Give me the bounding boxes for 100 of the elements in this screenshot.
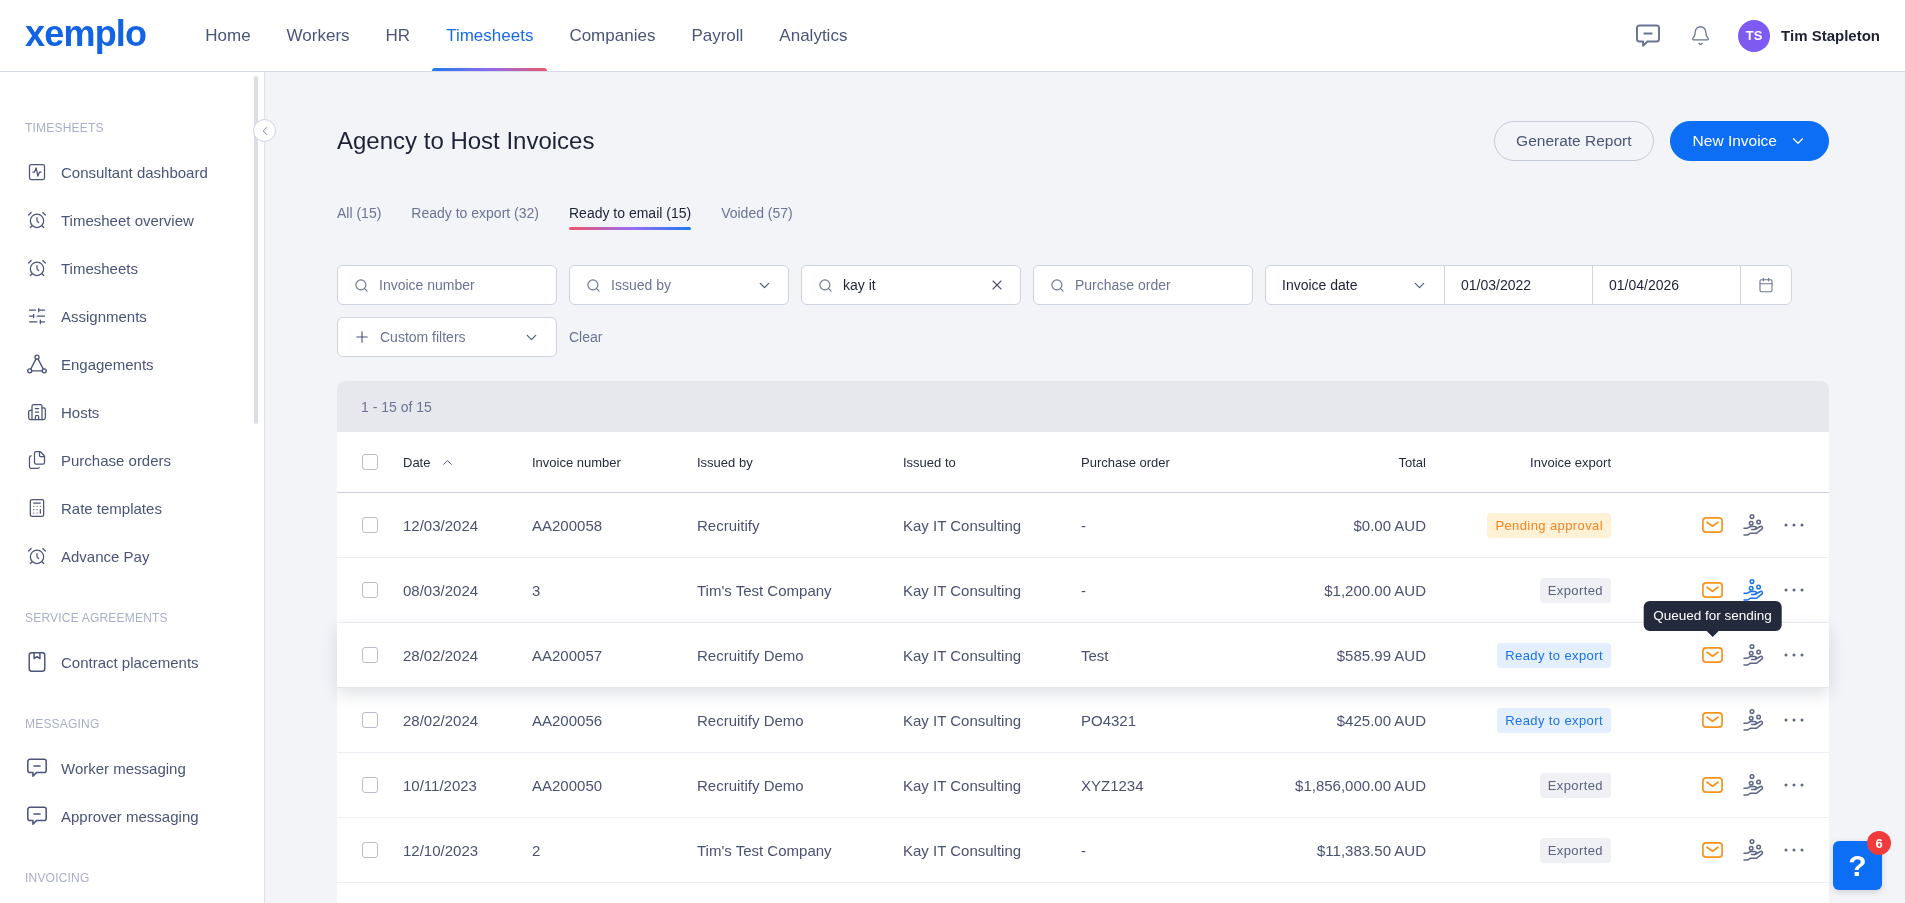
table-cell: $425.00 AUD (1336, 711, 1426, 729)
sidebar-item[interactable]: Contract placements (0, 638, 252, 686)
status-badge: Exported (1539, 577, 1611, 603)
ellipsis-icon[interactable] (1784, 653, 1804, 657)
status-badge: Ready to export (1497, 642, 1611, 668)
alarm-clock-icon (27, 258, 47, 278)
ellipsis-icon[interactable] (1784, 783, 1804, 787)
ellipsis-icon[interactable] (1784, 718, 1804, 722)
checkbox[interactable] (362, 647, 378, 663)
ellipsis-icon[interactable] (1784, 588, 1804, 592)
table-cell: Test (1081, 646, 1109, 664)
nav-item[interactable]: Home (191, 0, 265, 71)
sidebar-item[interactable]: Approver messaging (0, 792, 252, 840)
user-name[interactable]: Tim Stapleton (1781, 27, 1880, 44)
sidebar-item[interactable]: Hosts (0, 388, 252, 436)
search-field[interactable]: kay it (801, 265, 1021, 305)
table-cell: Kay IT Consulting (903, 841, 1022, 859)
column-header[interactable]: Invoice number (532, 454, 621, 470)
sidebar-item[interactable]: Worker messaging (0, 744, 252, 792)
column-header[interactable]: Invoice export (1530, 454, 1611, 470)
checkbox[interactable] (362, 454, 378, 470)
column-header[interactable]: Issued to (903, 454, 956, 470)
ellipsis-icon[interactable] (1784, 523, 1804, 527)
tab[interactable]: All (15) (337, 204, 382, 230)
dropdown-button[interactable]: Invoice date (1265, 265, 1445, 305)
search-icon (354, 278, 369, 293)
hand-coins-icon[interactable] (1743, 579, 1764, 601)
checkbox[interactable] (362, 517, 378, 533)
mail-icon[interactable] (1702, 517, 1723, 533)
table-cell: Kay IT Consulting (903, 516, 1022, 534)
mail-icon[interactable] (1702, 777, 1723, 793)
date-field[interactable]: 01/03/2022 (1444, 265, 1593, 305)
section-heading: TIMESHEETS (24, 120, 104, 137)
search-field[interactable]: Invoice number (337, 265, 557, 305)
nav-item[interactable]: Payroll (677, 0, 758, 71)
search-icon (1050, 278, 1065, 293)
alarm-clock-icon (27, 210, 47, 230)
table-cell: AA200058 (532, 516, 603, 534)
table-cell: AA200056 (532, 711, 603, 729)
date-field[interactable]: 01/04/2026 (1592, 265, 1741, 305)
hand-coins-icon[interactable] (1743, 644, 1764, 666)
checkbox[interactable] (362, 582, 378, 598)
sidebar-item[interactable]: Consultant dashboard (0, 148, 252, 196)
hand-coins-icon[interactable] (1743, 774, 1764, 796)
mail-icon[interactable] (1702, 647, 1723, 663)
sidebar-item[interactable]: Assignments (0, 292, 252, 340)
hand-coins-icon[interactable] (1743, 709, 1764, 731)
hand-coins-icon[interactable] (1743, 839, 1764, 861)
checkbox[interactable] (362, 777, 378, 793)
checkbox[interactable] (362, 712, 378, 728)
sidebar-item[interactable]: Timesheets (0, 244, 252, 292)
column-header[interactable]: Purchase order (1081, 454, 1170, 470)
table-cell: PO4321 (1081, 711, 1137, 729)
table-cell: Kay IT Consulting (903, 711, 1022, 729)
chat-icon[interactable] (1636, 23, 1661, 48)
nav-item[interactable]: Workers (272, 0, 364, 71)
notifications-icon[interactable] (1690, 25, 1712, 46)
scrollbar-thumb[interactable] (254, 76, 258, 424)
alarm-clock-icon (27, 546, 47, 566)
bookmark-icon (27, 652, 47, 672)
table-cell: Kay IT Consulting (903, 581, 1022, 599)
documents-icon (27, 450, 47, 470)
tooltip-pointer-icon (1706, 631, 1719, 637)
tab[interactable]: Voided (57) (721, 204, 793, 230)
avatar[interactable]: TS (1738, 19, 1771, 52)
custom-filters-button[interactable]: Custom filters (337, 317, 557, 357)
calendar-button[interactable] (1740, 265, 1792, 305)
nav-item[interactable]: Analytics (765, 0, 862, 71)
new-invoice-button[interactable]: New Invoice (1669, 121, 1829, 161)
column-header[interactable]: Date (403, 454, 456, 470)
mail-icon[interactable] (1702, 712, 1723, 728)
nav-item[interactable]: HR (371, 0, 425, 71)
sidebar-item[interactable]: Rate templates (0, 484, 252, 532)
tab[interactable]: Ready to email (15) (569, 204, 692, 230)
column-header[interactable]: Total (1398, 454, 1426, 470)
clear-button[interactable]: Clear (569, 329, 603, 345)
checkbox[interactable] (362, 842, 378, 858)
table-cell: Kay IT Consulting (903, 776, 1022, 794)
nav-item[interactable]: Companies (555, 0, 670, 71)
dropdown-field[interactable]: Issued by (569, 265, 789, 305)
mail-icon[interactable] (1702, 842, 1723, 858)
table-cell: $0.00 AUD (1353, 516, 1426, 534)
tab[interactable]: Ready to export (32) (411, 204, 539, 230)
search-field[interactable]: Purchase order (1033, 265, 1253, 305)
table-cell: 28/02/2024 (403, 711, 479, 729)
table-cell: Recruitify (697, 516, 760, 534)
column-header[interactable]: Issued by (697, 454, 753, 470)
table-cell: Recruitify Demo (697, 776, 804, 794)
result-count: 1 - 15 of 15 (361, 398, 432, 415)
sidebar-item[interactable]: Engagements (0, 340, 252, 388)
sidebar-item[interactable]: Timesheet overview (0, 196, 252, 244)
nav-item[interactable]: Timesheets (432, 0, 548, 71)
table-cell: 10/11/2023 (403, 776, 477, 794)
hand-coins-icon[interactable] (1743, 514, 1764, 536)
mail-icon[interactable] (1702, 582, 1723, 598)
logo[interactable]: xemplo (25, 15, 147, 56)
ellipsis-icon[interactable] (1784, 848, 1804, 852)
sidebar-item[interactable]: Advance Pay (0, 532, 252, 580)
sidebar-item[interactable]: Purchase orders (0, 436, 252, 484)
section-heading: MESSAGING (24, 716, 100, 733)
